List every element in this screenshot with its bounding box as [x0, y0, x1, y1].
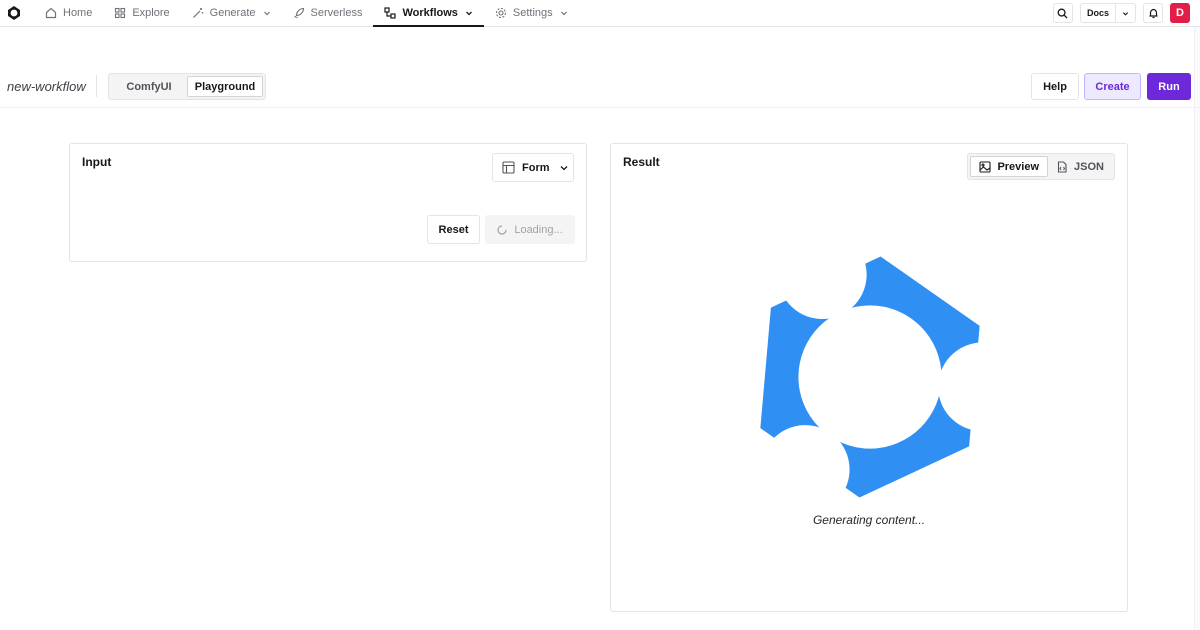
nav-actions: Docs D [1052, 0, 1200, 26]
view-mode-select[interactable]: Form [492, 153, 574, 182]
nav-workflows[interactable]: Workflows [373, 0, 485, 27]
rocket-icon [293, 7, 304, 19]
docs-menu-button[interactable] [1115, 4, 1135, 22]
input-panel: Input Form Reset Loading... [69, 143, 587, 262]
result-view-toggle: Preview JSON [967, 153, 1115, 180]
chevron-down-icon [560, 11, 567, 16]
notifications-button[interactable] [1143, 3, 1163, 23]
divider [96, 75, 97, 97]
nav-serverless[interactable]: Serverless [282, 0, 374, 26]
view-mode-value: Form [522, 161, 550, 174]
tab-preview[interactable]: Preview [970, 156, 1049, 177]
result-panel: Result Preview JSON Generating content..… [610, 143, 1128, 612]
nav-generate[interactable]: Generate [181, 0, 282, 26]
search-icon [1058, 8, 1068, 18]
tab-preview-label: Preview [997, 160, 1040, 173]
run-button[interactable]: Run [1147, 73, 1191, 100]
input-panel-title: Input [82, 155, 112, 169]
docs-dropdown: Docs [1079, 3, 1136, 23]
top-navigation: Home Explore Generate Serverless Workflo… [0, 0, 1200, 27]
tab-json[interactable]: JSON [1048, 156, 1112, 177]
nav-home-label: Home [63, 7, 93, 19]
image-icon [979, 160, 991, 173]
file-code-icon [1057, 160, 1067, 173]
chevron-down-icon [560, 165, 567, 170]
nav-explore[interactable]: Explore [103, 0, 180, 26]
nav-workflows-label: Workflows [402, 7, 458, 19]
home-icon [45, 7, 57, 19]
reset-button[interactable]: Reset [427, 215, 480, 244]
nav-settings-label: Settings [512, 7, 553, 19]
layout-icon [502, 161, 515, 174]
search-button[interactable] [1052, 3, 1073, 23]
grid-icon [115, 7, 126, 19]
docs-button[interactable]: Docs [1081, 4, 1115, 22]
loading-button[interactable]: Loading... [485, 215, 575, 244]
nav-home[interactable]: Home [34, 0, 103, 26]
chevron-down-icon [1122, 11, 1129, 16]
tab-comfyui[interactable]: ComfyUI [111, 76, 187, 97]
workflow-header: new-workflow ComfyUI Playground Help Cre… [0, 64, 1200, 108]
avatar[interactable]: D [1170, 3, 1190, 23]
gear-icon [495, 7, 506, 19]
bell-icon [1149, 8, 1157, 18]
create-button[interactable]: Create [1084, 73, 1141, 100]
chevron-down-icon [465, 11, 472, 16]
page-scrollbar[interactable] [1194, 27, 1200, 630]
nav-explore-label: Explore [132, 7, 170, 19]
mode-switcher: ComfyUI Playground [108, 73, 266, 100]
result-panel-title: Result [623, 155, 660, 169]
spinner-icon [497, 224, 507, 235]
magic-wand-icon [192, 8, 203, 18]
workflow-icon [384, 7, 397, 19]
nav-generate-label: Generate [209, 7, 256, 19]
tab-playground[interactable]: Playground [187, 76, 263, 97]
chevron-down-icon [263, 11, 270, 16]
nav-settings[interactable]: Settings [484, 0, 579, 26]
logo-icon[interactable] [6, 5, 22, 21]
loading-label: Loading... [514, 223, 563, 236]
nav-serverless-label: Serverless [310, 7, 363, 19]
generating-status: Generating content... [812, 513, 926, 527]
workflow-name[interactable]: new-workflow [7, 79, 86, 94]
help-button[interactable]: Help [1031, 73, 1079, 100]
loading-gear-icon [760, 254, 993, 500]
tab-json-label: JSON [1074, 160, 1104, 173]
